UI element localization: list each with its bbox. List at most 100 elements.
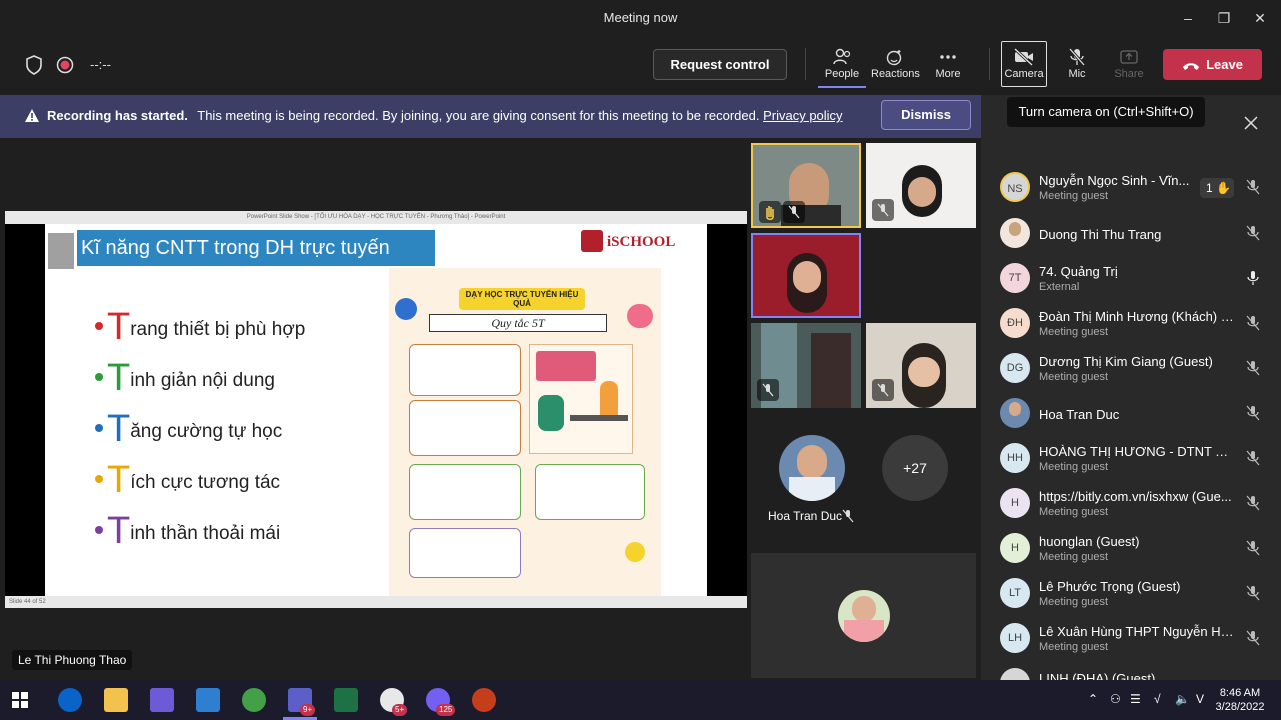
participant-role: Meeting guest xyxy=(1039,596,1109,608)
participant-row[interactable]: DG Dương Thị Kim Giang (Guest) Meeting g… xyxy=(999,347,1269,391)
camera-tooltip: Turn camera on (Ctrl+Shift+O) xyxy=(1007,97,1205,127)
bullet-text: inh giản nội dung xyxy=(130,370,275,391)
dismiss-button[interactable]: Dismiss xyxy=(881,100,971,130)
mic-off-icon xyxy=(1246,225,1260,241)
more-icon xyxy=(940,55,956,59)
powerpoint-icon[interactable] xyxy=(472,688,496,712)
windows-start-icon[interactable] xyxy=(12,692,28,708)
avatar-photo xyxy=(797,445,827,479)
reactions-label: Reactions xyxy=(871,68,920,80)
participant-role: Meeting guest xyxy=(1039,506,1109,518)
app-icon[interactable] xyxy=(196,688,220,712)
bullet-item: Tích cực tương tác xyxy=(95,459,280,502)
participant-row[interactable]: LH Lê Xuân Hùng THPT Nguyễn Hu... Meetin… xyxy=(999,617,1269,661)
avatar: H xyxy=(1000,488,1030,518)
participant-row[interactable]: Hoa Tran Duc xyxy=(999,392,1269,436)
bullet-initial: T xyxy=(107,408,131,450)
mic-off-icon xyxy=(872,379,894,401)
infographic-card xyxy=(409,528,521,578)
people-tray-icon[interactable]: ⚇ xyxy=(1110,692,1121,706)
excel-icon[interactable] xyxy=(334,688,358,712)
avatar xyxy=(1000,218,1030,248)
laughing-emoji-icon xyxy=(625,542,645,562)
video-tile[interactable] xyxy=(866,323,976,408)
more-participants-button[interactable]: +27 xyxy=(882,435,948,501)
avatar[interactable] xyxy=(779,435,845,501)
reactions-button[interactable]: Reactions xyxy=(871,42,920,88)
phone-hangup-icon xyxy=(1183,63,1200,70)
participant-name: Dương Thị Kim Giang (Guest) xyxy=(1039,354,1213,369)
participant-video xyxy=(793,261,821,293)
bullet-dot xyxy=(95,424,103,432)
video-tile[interactable] xyxy=(866,143,976,228)
bullet-item: Tăng cường tự học xyxy=(95,408,282,451)
participant-name: huonglan (Guest) xyxy=(1039,534,1140,549)
close-window-button[interactable]: ✕ xyxy=(1240,6,1280,30)
bullet-initial: T xyxy=(107,357,131,399)
avatar-photo xyxy=(852,596,876,622)
participant-name: Hoa Tran Duc xyxy=(1039,407,1120,422)
edge-icon[interactable] xyxy=(58,688,82,712)
participant-row[interactable]: ĐH Đoàn Thị Minh Hương (Khách) (... Meet… xyxy=(999,302,1269,346)
presenter-name-tag: Le Thi Phuong Thao xyxy=(12,650,133,670)
leave-label: Leave xyxy=(1206,57,1243,72)
people-button[interactable]: People xyxy=(818,42,866,88)
participant-row[interactable]: HH HOÀNG THỊ HƯƠNG - DTNT TỈ... Meeting … xyxy=(999,437,1269,481)
privacy-policy-link[interactable]: Privacy policy xyxy=(763,108,842,123)
participant-role: Meeting guest xyxy=(1039,641,1109,653)
share-button[interactable]: Share xyxy=(1105,42,1153,88)
mic-button[interactable]: Mic xyxy=(1053,42,1101,88)
volume-muted-icon[interactable]: 🔈 xyxy=(1175,692,1190,706)
language-icon[interactable]: V xyxy=(1196,692,1204,706)
shield-icon[interactable] xyxy=(25,55,43,75)
participant-row[interactable]: LT Lê Phước Trọng (Guest) Meeting guest xyxy=(999,572,1269,616)
slide-title: Kĩ năng CNTT trong DH trực tuyến xyxy=(77,230,435,266)
camera-label: Camera xyxy=(1004,68,1044,80)
avatar: LH xyxy=(1000,623,1030,653)
avatar: NS xyxy=(1000,172,1030,202)
participant-row[interactable]: NS Nguyễn Ngọc Sinh - Vĩn... Meeting gue… xyxy=(999,166,1269,210)
zalo-badge: 5+ xyxy=(392,704,408,716)
maximize-button[interactable]: ❐ xyxy=(1204,6,1244,30)
chevron-up-icon[interactable]: ⌃ xyxy=(1088,692,1098,706)
self-view-tile[interactable] xyxy=(751,553,976,678)
video-tile[interactable] xyxy=(751,323,861,408)
participant-role: Meeting guest xyxy=(1039,461,1109,473)
network-icon[interactable]: ☰ xyxy=(1130,692,1141,706)
slide-decor-block xyxy=(48,233,74,269)
microsoft-store-icon[interactable] xyxy=(150,688,174,712)
participant-row[interactable]: 7T 74. Quảng Trị External xyxy=(999,257,1269,301)
participant-row[interactable]: H huonglan (Guest) Meeting guest xyxy=(999,527,1269,571)
clock-date: 3/28/2022 xyxy=(1215,701,1265,713)
taskbar-clock[interactable]: 8:46 AM 3/28/2022 xyxy=(1212,686,1268,714)
participant-name: Đoàn Thị Minh Hương (Khách) (... xyxy=(1039,309,1235,324)
bullet-text: inh thần thoải mái xyxy=(130,523,281,544)
app-icon[interactable] xyxy=(242,688,266,712)
more-button[interactable]: More xyxy=(924,42,972,88)
bullet-item: Tinh giản nội dung xyxy=(95,357,275,400)
participant-row[interactable]: Duong Thi Thu Trang xyxy=(999,212,1269,256)
participant-row-partial[interactable]: LINH (ĐHA) (Guest) xyxy=(981,662,1281,680)
request-control-button[interactable]: Request control xyxy=(653,49,787,80)
bullet-initial: T xyxy=(107,306,131,348)
camera-off-icon xyxy=(1013,48,1034,66)
video-tile[interactable] xyxy=(751,143,861,228)
banner-heading: Recording has started. xyxy=(47,108,188,123)
mic-off-icon xyxy=(783,201,805,223)
file-explorer-icon[interactable] xyxy=(104,688,128,712)
share-icon xyxy=(1120,50,1138,64)
participant-row[interactable]: H https://bitly.com.vn/isxhxw (Gue... Me… xyxy=(999,482,1269,526)
close-icon[interactable] xyxy=(1244,116,1258,130)
show-desktop-button[interactable] xyxy=(1270,682,1281,720)
windows-taskbar: 9+ 5+ 125 ⌃ ⚇ ☰ √ 🔈 V xyxy=(0,680,1281,720)
pen-icon[interactable]: √ xyxy=(1154,692,1161,706)
online-course-screen-icon xyxy=(536,351,596,381)
slide-statusbar: Slide 44 of 52 xyxy=(5,596,747,608)
slide-infographic: DẠY HỌC TRỰC TUYẾN HIỆU QUẢ Quy tắc 5T xyxy=(389,268,661,596)
video-tile[interactable] xyxy=(751,233,861,318)
camera-button[interactable]: Camera xyxy=(1001,41,1047,87)
minimize-button[interactable]: – xyxy=(1168,6,1208,30)
window-title: Meeting now xyxy=(603,10,678,25)
leave-button[interactable]: Leave xyxy=(1163,49,1262,80)
share-label: Share xyxy=(1114,68,1144,80)
